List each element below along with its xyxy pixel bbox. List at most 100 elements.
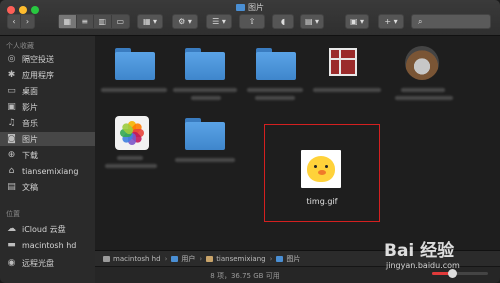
path-segment[interactable]: 图片 [286, 254, 300, 264]
sidebar-item-pictures[interactable]: ◙ 图片 [0, 132, 95, 146]
photos-app-icon[interactable] [115, 116, 149, 150]
sidebar-item-applications[interactable]: ✱ 应用程序 [6, 68, 94, 82]
home-icon [206, 255, 214, 262]
view-icons-button[interactable]: ▦ [59, 15, 77, 28]
new-button[interactable]: + ▾ [378, 14, 404, 29]
folder-icon [171, 255, 179, 262]
tag-icon: ◖ [280, 17, 286, 26]
toolbar: 图片 ‹ › ▦ ≡ ▥ ▭ ▦ ▾ ⚙ ▾ ☰ ▾ ⇧ ◖ ▤ ▾ ▣ ▾ +… [0, 0, 500, 36]
share-icon: ⇧ [248, 17, 256, 26]
gallery-icon: ▭ [116, 17, 125, 26]
view-list-button[interactable]: ≡ [77, 15, 94, 28]
blurred-label [101, 88, 167, 92]
sidebar-item-label: macintosh hd [22, 240, 77, 250]
sidebar: 个人收藏 ◎ 隔空投送 ✱ 应用程序 ▭ 桌面 ▣ 影片 ♫ 音乐 ◙ 图片 ⊕ 下载 ⌂ ti… [0, 36, 95, 283]
blurred-label [105, 164, 157, 168]
blurred-label [191, 96, 221, 100]
window-title: 图片 [0, 2, 500, 13]
blurred-label [175, 158, 235, 162]
folder-item[interactable] [185, 118, 225, 150]
locations-header: 位置 [6, 210, 20, 218]
sidebar-item-label: 影片 [22, 102, 38, 112]
view-gallery-button[interactable]: ▭ [112, 15, 129, 28]
list-icon: ≡ [81, 17, 89, 26]
applications-icon: ✱ [7, 70, 16, 80]
back-button[interactable]: ‹ [8, 15, 22, 28]
folder-item[interactable] [185, 48, 225, 80]
sidebar-item-remote-disc[interactable]: ◉ 远程光盘 [6, 256, 94, 270]
sidebar-item-macintosh-hd[interactable]: ▬ macintosh hd [6, 238, 94, 252]
group-icon: ▦ ▾ [142, 17, 158, 26]
sidebar-item-label: 桌面 [22, 86, 38, 96]
file-name-label[interactable]: timg.gif [264, 197, 380, 206]
watermark-logo: Bai 经验 jingyan.baidu.com [384, 236, 496, 276]
path-segment[interactable]: tiansemixiang [216, 255, 265, 263]
dropbox-button[interactable]: ▣ ▾ [345, 14, 369, 29]
gear-icon: ⚙ ▾ [178, 17, 192, 26]
sidebar-item-icloud[interactable]: ☁ iCloud 云盘 [6, 222, 94, 236]
sidebar-item-desktop[interactable]: ▭ 桌面 [6, 84, 94, 98]
photo-booth-icon[interactable] [329, 48, 359, 78]
sidebar-item-label: 下载 [22, 150, 38, 160]
favorites-header: 个人收藏 [6, 42, 34, 50]
blurred-label [173, 88, 237, 92]
movies-icon: ▣ [7, 102, 16, 112]
quick-look-button[interactable]: ▤ ▾ [300, 14, 324, 29]
sidebar-item-label: tiansemixiang [22, 166, 79, 176]
blurred-label [255, 96, 295, 100]
sidebar-item-label: 图片 [22, 134, 38, 144]
sidebar-item-downloads[interactable]: ⊕ 下载 [6, 148, 94, 162]
folder-icon [276, 255, 284, 262]
folder-item[interactable] [115, 48, 155, 80]
watermark-url: jingyan.baidu.com [386, 261, 460, 270]
home-icon: ⌂ [8, 166, 15, 176]
box-icon: ▣ ▾ [349, 17, 365, 26]
window-title-label: 图片 [248, 3, 264, 12]
sidebar-item-music[interactable]: ♫ 音乐 [6, 116, 94, 130]
sidebar-item-label: 文稿 [22, 182, 38, 192]
gif-thumbnail[interactable] [301, 150, 341, 188]
search-input[interactable]: ⌕ [411, 14, 491, 29]
sidebar-item-label: 隔空投送 [22, 54, 54, 64]
search-icon: ⌕ [418, 16, 423, 26]
edit-tags-button[interactable]: ◖ [272, 14, 294, 29]
disk-utility-icon[interactable] [405, 46, 439, 80]
sidebar-item-label: 远程光盘 [22, 258, 54, 268]
folder-item[interactable] [256, 48, 296, 80]
view-columns-button[interactable]: ▥ [94, 15, 112, 28]
remote-disc-icon: ◉ [7, 258, 16, 268]
status-text: 8 项，36.75 GB 可用 [210, 272, 280, 280]
chevron-right-icon: › [25, 17, 30, 26]
sidebar-item-home[interactable]: ⌂ tiansemixiang [6, 164, 94, 178]
music-icon: ♫ [7, 118, 16, 128]
sidebar-item-movies[interactable]: ▣ 影片 [6, 100, 94, 114]
blurred-label [401, 88, 445, 92]
path-segment[interactable]: macintosh hd [113, 255, 161, 263]
desktop-icon: ▭ [7, 86, 16, 96]
disk-icon [103, 255, 110, 262]
chevron-right-icon: › [199, 254, 203, 263]
blurred-label [313, 88, 381, 92]
plus-icon: + ▾ [384, 17, 398, 26]
arrange-button[interactable]: ☰ ▾ [206, 14, 232, 29]
blurred-label [117, 156, 143, 160]
chevron-left-icon: ‹ [12, 17, 16, 26]
path-segment[interactable]: 用户 [181, 254, 195, 264]
sidebar-item-airdrop[interactable]: ◎ 隔空投送 [6, 52, 94, 66]
nav-buttons: ‹ › [7, 14, 35, 29]
documents-icon: ▤ [7, 182, 16, 192]
group-button[interactable]: ▦ ▾ [137, 14, 163, 29]
forward-button[interactable]: › [21, 15, 34, 28]
finder-window: 图片 ‹ › ▦ ≡ ▥ ▭ ▦ ▾ ⚙ ▾ ☰ ▾ ⇧ ◖ ▤ ▾ ▣ ▾ +… [0, 0, 500, 283]
share-button[interactable]: ⇧ [239, 14, 265, 29]
sidebar-item-label: 音乐 [22, 118, 38, 128]
watermark-main: Bai 经验 [384, 241, 455, 261]
sidebar-item-documents[interactable]: ▤ 文稿 [6, 180, 94, 194]
chevron-right-icon: › [269, 254, 273, 263]
folder-icon [236, 4, 245, 11]
document-icon: ▤ ▾ [304, 17, 320, 26]
blurred-label [395, 96, 453, 100]
sidebar-item-label: 应用程序 [22, 70, 54, 80]
chevron-right-icon: › [164, 254, 168, 263]
action-button[interactable]: ⚙ ▾ [172, 14, 198, 29]
